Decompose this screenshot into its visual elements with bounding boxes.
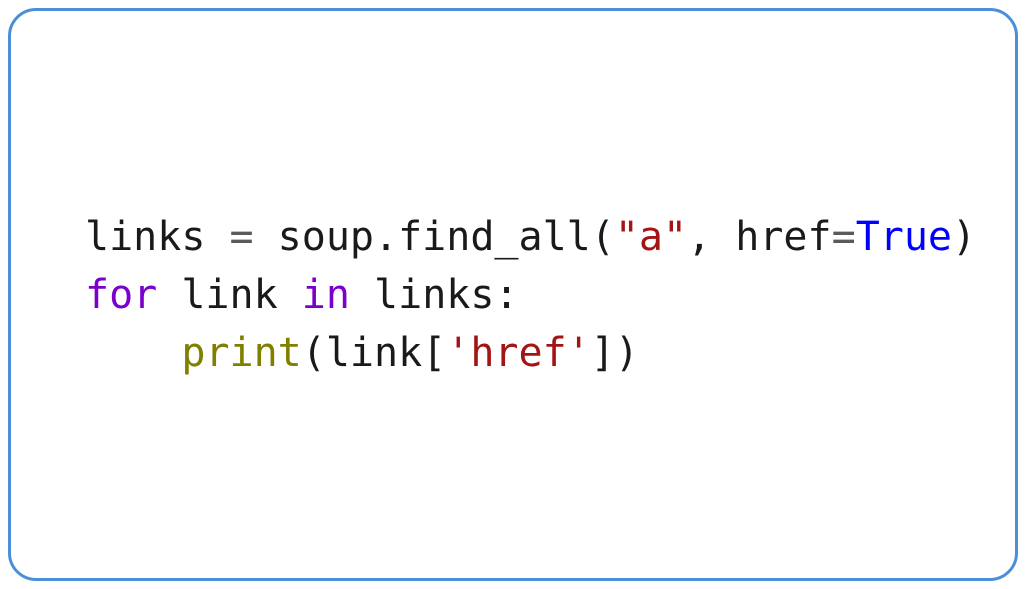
punct: . — [374, 214, 398, 260]
identifier: links — [374, 272, 494, 318]
builtin-print: print — [181, 330, 301, 376]
identifier: link — [181, 272, 277, 318]
string-literal: 'href' — [446, 330, 591, 376]
identifier: soup — [278, 214, 374, 260]
paren-close: ) — [952, 214, 976, 260]
operator: = — [205, 214, 277, 260]
kwarg-name: href — [735, 214, 831, 260]
operator: = — [832, 214, 856, 260]
constant-true: True — [856, 214, 952, 260]
paren-close: ) — [615, 330, 639, 376]
paren-open: ( — [591, 214, 615, 260]
code-box: links = soup.find_all("a", href=True) fo… — [8, 8, 1018, 581]
code-line-3: print(link['href']) — [85, 330, 639, 376]
bracket-close: ] — [591, 330, 615, 376]
bracket-open: [ — [422, 330, 446, 376]
code-line-1: links = soup.find_all("a", href=True) — [85, 214, 976, 260]
colon: : — [494, 272, 518, 318]
indent — [85, 330, 181, 376]
identifier: links — [85, 214, 205, 260]
space — [350, 272, 374, 318]
comma: , — [687, 214, 735, 260]
code-block: links = soup.find_all("a", href=True) fo… — [85, 208, 976, 382]
paren-open: ( — [302, 330, 326, 376]
identifier: link — [326, 330, 422, 376]
keyword-for: for — [85, 272, 157, 318]
space — [278, 272, 302, 318]
keyword-in: in — [302, 272, 350, 318]
string-literal: "a" — [615, 214, 687, 260]
method: find_all — [398, 214, 591, 260]
space — [157, 272, 181, 318]
code-line-2: for link in links: — [85, 272, 519, 318]
